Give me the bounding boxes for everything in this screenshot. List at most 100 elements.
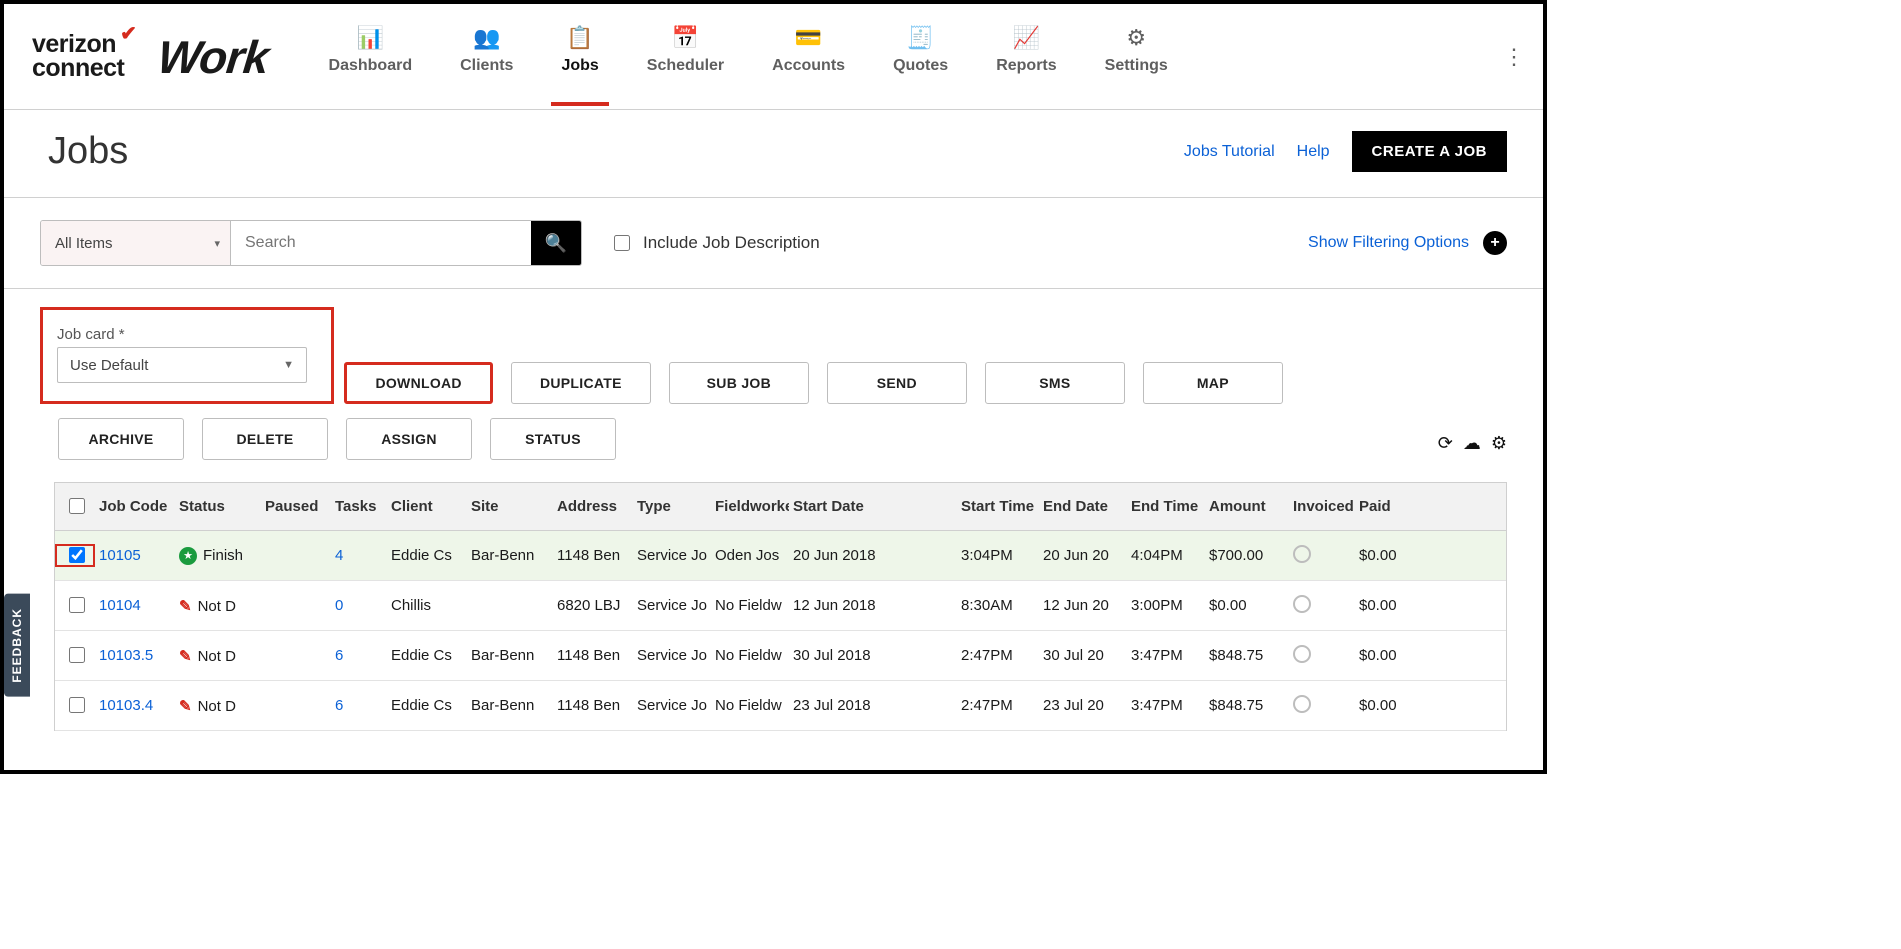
search-icon: 🔍 <box>545 233 567 254</box>
nav-icon: 📊 <box>357 25 384 51</box>
job-code-cell: 10103.4 <box>95 697 175 714</box>
col-header[interactable] <box>55 495 95 518</box>
col-header[interactable]: Paid <box>1355 498 1411 515</box>
status-cell: Not D <box>175 597 261 615</box>
nav-item-quotes[interactable]: 🧾Quotes <box>893 25 948 89</box>
cloud-icon[interactable]: ☁ <box>1463 433 1481 454</box>
col-header[interactable]: Address <box>553 498 633 515</box>
search-input[interactable] <box>231 221 531 265</box>
invoiced-cell <box>1289 645 1355 667</box>
sms-button[interactable]: SMS <box>985 362 1125 404</box>
map-button[interactable]: MAP <box>1143 362 1283 404</box>
archive-button[interactable]: ARCHIVE <box>58 418 184 460</box>
row-checkbox[interactable] <box>69 547 85 563</box>
col-header[interactable]: Job Code <box>95 498 175 515</box>
tasks-link[interactable]: 6 <box>335 697 343 714</box>
row-checkbox-cell <box>55 544 95 567</box>
tasks-link[interactable]: 6 <box>335 647 343 664</box>
create-job-button[interactable]: CREATE A JOB <box>1352 131 1507 172</box>
status-value: Not D <box>179 698 236 715</box>
col-header[interactable]: Fieldworker <box>711 498 789 515</box>
gear-icon[interactable]: ⚙ <box>1491 433 1507 454</box>
table-row[interactable]: 10103.4Not D6Eddie CsBar-Benn1148 BenSer… <box>55 681 1506 731</box>
show-filtering-options-link[interactable]: Show Filtering Options <box>1308 234 1469 252</box>
table-row[interactable]: 10105Finish4Eddie CsBar-Benn1148 BenServ… <box>55 531 1506 581</box>
assign-button[interactable]: ASSIGN <box>346 418 472 460</box>
col-header[interactable]: Invoiced <box>1289 498 1355 515</box>
search-button[interactable]: 🔍 <box>531 221 581 265</box>
tasks-link[interactable]: 4 <box>335 547 343 564</box>
col-header[interactable]: Client <box>387 498 467 515</box>
col-header[interactable]: Status <box>175 498 261 515</box>
row-checkbox-cell <box>55 694 95 717</box>
col-header[interactable]: Type <box>633 498 711 515</box>
fieldworker-cell: No Fieldw <box>711 697 789 714</box>
address-cell: 1148 Ben <box>553 647 633 664</box>
delete-button[interactable]: DELETE <box>202 418 328 460</box>
overflow-menu-icon[interactable]: ⋮ <box>1503 44 1533 70</box>
row-checkbox-cell <box>55 644 95 667</box>
jobs-tutorial-link[interactable]: Jobs Tutorial <box>1184 143 1275 161</box>
job-code-link[interactable]: 10104 <box>99 597 141 614</box>
download-button[interactable]: DOWNLOAD <box>344 362 492 404</box>
status-value: Not D <box>179 648 236 665</box>
job-code-link[interactable]: 10103.5 <box>99 647 153 664</box>
status-cell: Not D <box>175 697 261 715</box>
feedback-tab[interactable]: FEEDBACK <box>4 594 30 697</box>
type-cell: Service Jo <box>633 697 711 714</box>
col-header[interactable]: End Time <box>1127 498 1205 515</box>
subjob-button[interactable]: SUB JOB <box>669 362 809 404</box>
job-code-link[interactable]: 10105 <box>99 547 141 564</box>
duplicate-button[interactable]: DUPLICATE <box>511 362 651 404</box>
select-all-checkbox[interactable] <box>69 498 85 514</box>
send-button[interactable]: SEND <box>827 362 967 404</box>
jobcard-highlight-box: Job card * Use Default ▼ <box>40 307 334 404</box>
nav-item-settings[interactable]: ⚙Settings <box>1105 25 1168 89</box>
nav-item-jobs[interactable]: 📋Jobs <box>561 25 598 89</box>
brand-line2: connect <box>32 54 124 82</box>
col-header[interactable]: Paused <box>261 498 331 515</box>
start-time-cell: 2:47PM <box>957 697 1039 714</box>
address-cell: 1148 Ben <box>553 547 633 564</box>
nav-item-reports[interactable]: 📈Reports <box>996 25 1056 89</box>
col-header[interactable]: Tasks <box>331 498 387 515</box>
add-filter-button[interactable]: + <box>1483 231 1507 255</box>
bulk-toolbar: Job card * Use Default ▼ DOWNLOAD DUPLIC… <box>4 289 1543 468</box>
invoiced-cell <box>1289 595 1355 617</box>
include-description-checkbox[interactable] <box>614 235 630 251</box>
nav-label: Clients <box>460 57 513 75</box>
nav-item-scheduler[interactable]: 📅Scheduler <box>647 25 724 89</box>
job-code-cell: 10104 <box>95 597 175 614</box>
col-header[interactable]: Site <box>467 498 553 515</box>
top-nav: verizon✔ connect Work 📊Dashboard👥Clients… <box>4 4 1543 110</box>
client-cell: Eddie Cs <box>387 647 467 664</box>
table-row[interactable]: 10104Not D0Chillis6820 LBJService JoNo F… <box>55 581 1506 631</box>
col-header[interactable]: Amount <box>1205 498 1289 515</box>
row-checkbox[interactable] <box>69 597 85 613</box>
refresh-icon[interactable]: ⟳ <box>1438 433 1453 454</box>
address-cell: 1148 Ben <box>553 697 633 714</box>
include-description-toggle[interactable]: Include Job Description <box>610 232 820 254</box>
nav-item-dashboard[interactable]: 📊Dashboard <box>329 25 413 89</box>
nav-item-accounts[interactable]: 💳Accounts <box>772 25 845 89</box>
start-time-cell: 3:04PM <box>957 547 1039 564</box>
row-checkbox[interactable] <box>69 697 85 713</box>
col-header[interactable]: Start Date <box>789 498 957 515</box>
help-link[interactable]: Help <box>1297 143 1330 161</box>
col-header[interactable]: End Date <box>1039 498 1127 515</box>
scope-select[interactable]: All Items <box>41 221 231 265</box>
row-checkbox[interactable] <box>69 647 85 663</box>
nav-item-clients[interactable]: 👥Clients <box>460 25 513 89</box>
job-code-link[interactable]: 10103.4 <box>99 697 153 714</box>
jobcard-select[interactable]: Use Default ▼ <box>57 347 307 383</box>
site-cell: Bar-Benn <box>467 647 553 664</box>
paid-cell: $0.00 <box>1355 597 1411 614</box>
status-cell: Finish <box>175 546 261 565</box>
tasks-link[interactable]: 0 <box>335 597 343 614</box>
table-row[interactable]: 10103.5Not D6Eddie CsBar-Benn1148 BenSer… <box>55 631 1506 681</box>
nav-label: Settings <box>1105 57 1168 75</box>
invoiced-indicator-icon <box>1293 645 1311 663</box>
client-cell: Eddie Cs <box>387 697 467 714</box>
status-button[interactable]: STATUS <box>490 418 616 460</box>
col-header[interactable]: Start Time <box>957 498 1039 515</box>
